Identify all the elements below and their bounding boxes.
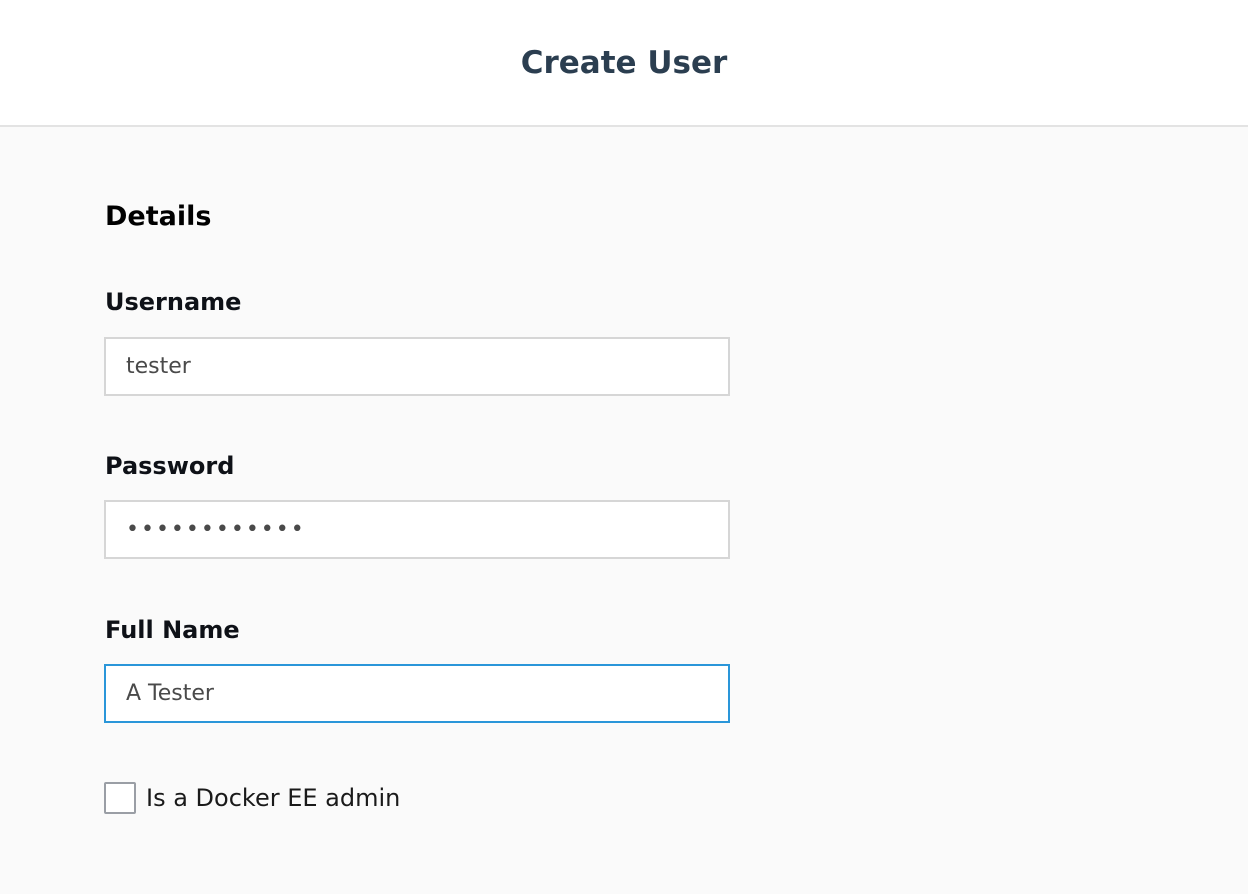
admin-checkbox-label[interactable]: Is a Docker EE admin	[146, 784, 400, 812]
create-user-form: Details Username Password Full Name Is a…	[0, 127, 1248, 894]
password-input[interactable]	[104, 500, 730, 559]
page-header: Create User	[0, 0, 1248, 127]
page-title: Create User	[520, 44, 728, 81]
username-input[interactable]	[104, 337, 730, 396]
admin-checkbox[interactable]	[104, 782, 136, 814]
admin-checkbox-row[interactable]: Is a Docker EE admin	[104, 782, 400, 814]
full-name-label: Full Name	[105, 616, 240, 644]
password-label: Password	[105, 452, 235, 480]
full-name-input[interactable]	[104, 664, 730, 723]
section-title-details: Details	[105, 201, 212, 232]
username-label: Username	[105, 288, 242, 316]
